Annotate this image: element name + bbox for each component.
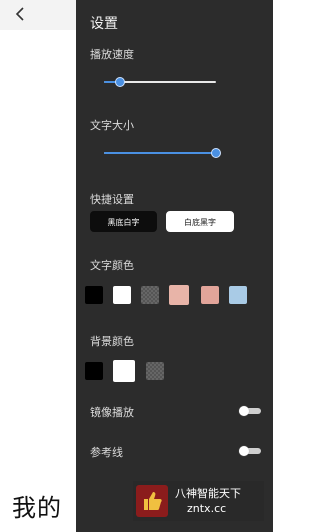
- background-color-label: 背景颜色: [90, 335, 134, 348]
- reference-line-toggle[interactable]: [239, 446, 261, 456]
- settings-panel: 设置 播放速度 文字大小 快捷设置 黑底白字 白底黑字 文字颜色 背景颜色 镜像…: [76, 0, 273, 532]
- text-color-swatch[interactable]: [141, 286, 159, 304]
- background-page-text: 我的: [12, 494, 62, 522]
- thumbs-up-logo-icon: [136, 485, 168, 517]
- text-color-label: 文字颜色: [90, 259, 134, 272]
- playback-speed-slider[interactable]: [104, 74, 216, 90]
- watermark: 八神智能天下 zntx.cc: [133, 481, 264, 521]
- chevron-left-icon[interactable]: [12, 5, 30, 23]
- playback-speed-label: 播放速度: [90, 48, 134, 61]
- settings-title: 设置: [90, 16, 118, 32]
- background-page: 我的: [0, 0, 76, 532]
- watermark-url: zntx.cc: [187, 502, 227, 515]
- background-color-swatch[interactable]: [113, 360, 135, 382]
- text-size-label: 文字大小: [90, 119, 134, 132]
- text-color-swatch[interactable]: [201, 286, 219, 304]
- toggle-knob: [239, 406, 249, 416]
- black-bg-white-text-button[interactable]: 黑底白字: [90, 211, 157, 232]
- mirror-play-label: 镜像播放: [90, 406, 134, 419]
- text-color-swatch[interactable]: [85, 286, 103, 304]
- text-color-swatch[interactable]: [229, 286, 247, 304]
- slider-thumb[interactable]: [114, 77, 125, 87]
- mirror-play-toggle[interactable]: [239, 406, 261, 416]
- slider-thumb[interactable]: [211, 148, 221, 158]
- reference-line-label: 参考线: [90, 446, 123, 459]
- toggle-knob: [239, 446, 249, 456]
- text-size-slider[interactable]: [104, 145, 221, 161]
- watermark-title: 八神智能天下: [175, 487, 241, 500]
- background-top-bar: [0, 0, 76, 30]
- text-color-swatch[interactable]: [169, 285, 189, 305]
- background-color-swatch[interactable]: [85, 362, 103, 380]
- text-color-swatch[interactable]: [113, 286, 131, 304]
- background-color-swatch[interactable]: [146, 362, 164, 380]
- slider-fill: [104, 152, 216, 154]
- quick-settings-label: 快捷设置: [90, 193, 134, 206]
- white-bg-black-text-button[interactable]: 白底黑字: [166, 211, 234, 232]
